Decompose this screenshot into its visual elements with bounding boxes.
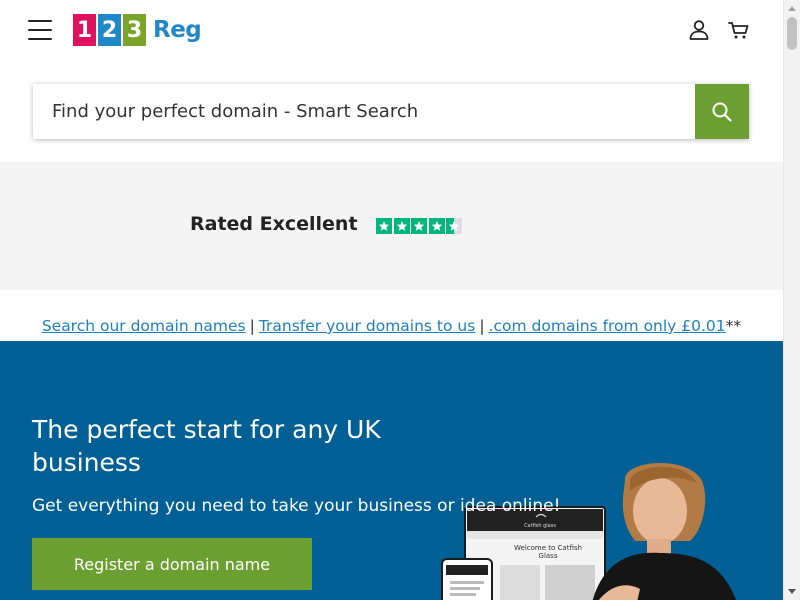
- rating-star-icon: [446, 218, 462, 234]
- rating-label: Rated Excellent: [190, 213, 358, 235]
- domain-search: [33, 84, 749, 139]
- domain-links: Search our domain names | Transfer your do…: [0, 317, 783, 335]
- search-button[interactable]: [695, 84, 749, 139]
- scroll-up-arrow[interactable]: [784, 0, 800, 17]
- link-com-offer[interactable]: .com domains from only £0.01: [489, 317, 726, 335]
- scroll-down-arrow[interactable]: [784, 583, 800, 600]
- search-icon: [712, 102, 732, 122]
- link-separator: |: [479, 317, 485, 335]
- link-separator: |: [249, 317, 255, 335]
- logo-digit-2: 2: [98, 14, 121, 46]
- scroll-thumb[interactable]: [787, 17, 797, 50]
- site-header: 1 2 3 Reg: [0, 0, 783, 64]
- logo-digit-1: 1: [73, 14, 96, 46]
- offer-footnote-marker: **: [725, 317, 742, 335]
- rating-star-icon: [393, 218, 410, 234]
- user-icon[interactable]: [687, 18, 711, 42]
- hero-illustration: Catfish glass Welcome to Catfish Glass: [441, 462, 737, 600]
- rating-star-icon: [428, 218, 445, 234]
- hero-banner: Catfish glass Welcome to Catfish Glass T…: [0, 341, 783, 600]
- hero-subtitle: Get everything you need to take your bus…: [32, 496, 561, 516]
- page-scrollbar[interactable]: [783, 0, 800, 600]
- mockup-welcome: Welcome to Catfish: [514, 544, 582, 552]
- register-domain-button[interactable]: Register a domain name: [32, 538, 312, 590]
- rating-star-icon: [376, 218, 392, 234]
- page: 1 2 3 Reg Rate: [0, 0, 783, 600]
- link-transfer-domains[interactable]: Transfer your domains to us: [259, 317, 475, 335]
- mockup-welcome-2: Glass: [539, 552, 558, 560]
- logo-word: Reg: [153, 17, 202, 43]
- link-search-domains[interactable]: Search our domain names: [42, 317, 246, 335]
- mockup-site-name: Catfish glass: [524, 523, 556, 529]
- logo-digit-3: 3: [123, 14, 146, 46]
- trustpilot-stars[interactable]: [376, 218, 464, 234]
- logo[interactable]: 1 2 3 Reg: [73, 14, 202, 46]
- rating-star-icon: [411, 218, 427, 234]
- hamburger-icon[interactable]: [28, 19, 52, 40]
- search-input[interactable]: [33, 84, 695, 139]
- hero-title: The perfect start for any UK business: [32, 415, 381, 477]
- cart-icon[interactable]: [727, 18, 751, 42]
